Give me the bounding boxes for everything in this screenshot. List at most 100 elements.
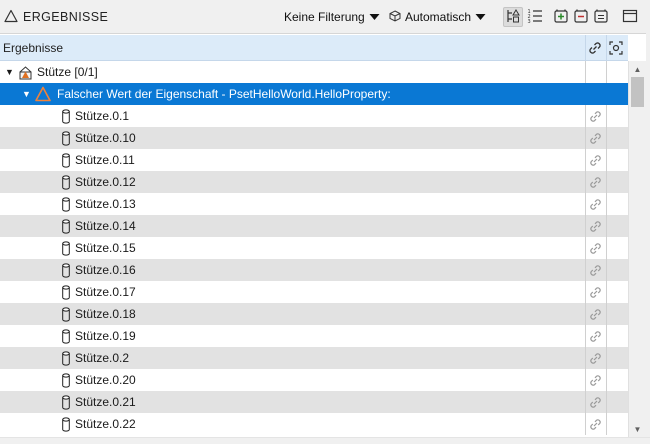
column-element-icon [58,174,74,190]
tree-item-row[interactable]: Stütze.0.1 [0,105,628,127]
tree-item-label: Stütze.0.17 [75,285,136,299]
tree-item-row[interactable]: Stütze.0.15 [0,237,628,259]
focus-column-icon[interactable] [607,39,625,57]
numbered-list-icon: 123 [527,8,543,27]
svg-text:3: 3 [528,19,531,24]
link-column-icon[interactable] [586,39,604,57]
scrollbar-thumb[interactable] [631,77,644,107]
column-element-icon [58,328,74,344]
link-icon[interactable] [587,372,603,388]
panel-title: ERGEBNISSE [4,8,108,26]
tree-item-label: Stütze.0.11 [75,153,135,167]
expand-arrow-icon[interactable]: ▼ [5,66,15,78]
panel-title-text: ERGEBNISSE [23,10,109,24]
link-icon[interactable] [587,262,603,278]
group-by-type-button[interactable] [503,7,523,27]
column-element-icon [58,240,74,256]
tree-item-row[interactable]: Stütze.0.14 [0,215,628,237]
tree-item-row[interactable]: Stütze.0.2 [0,347,628,369]
warning-triangle-icon [35,86,51,102]
scroll-up-icon[interactable]: ▲ [629,61,646,77]
expand-all-icon [553,8,569,27]
panel-right-edge [646,0,650,444]
warning-element-icon [17,64,33,80]
link-icon[interactable] [587,218,603,234]
link-icon[interactable] [587,240,603,256]
results-column-header: Ergebnisse [0,35,628,61]
results-tree: ▼ Stütze [0/1] ▼ Falscher Wert der Eigen… [0,61,628,444]
tree-item-row[interactable]: Stütze.0.11 [0,149,628,171]
mode-dropdown-label: Automatisch [405,10,472,24]
link-icon[interactable] [587,152,603,168]
tree-root-label: Stütze [0/1] [37,65,98,79]
tree-item-label: Stütze.0.19 [75,329,136,343]
tree-item-label: Stütze.0.12 [75,175,136,189]
results-header-label: Ergebnisse [3,41,64,55]
tree-item-label: Stütze.0.20 [75,373,136,387]
link-icon[interactable] [587,416,603,432]
group-type-icon [505,8,521,27]
window-layout-button[interactable] [620,7,640,27]
scroll-down-icon[interactable]: ▼ [629,421,646,437]
filter-dropdown[interactable]: Keine Filterung [284,7,380,27]
tree-item-row[interactable]: Stütze.0.18 [0,303,628,325]
column-element-icon [58,130,74,146]
panel-bottom-edge [0,437,650,444]
chevron-down-icon [475,10,486,24]
link-icon[interactable] [587,350,603,366]
chevron-down-icon [369,10,380,24]
clipboard-list-icon [593,8,609,27]
tree-item-label: Stütze.0.22 [75,417,136,431]
tree-item-row[interactable]: Stütze.0.13 [0,193,628,215]
list-view-button[interactable]: 123 [525,7,545,27]
tree-item-label: Stütze.0.13 [75,197,136,211]
column-element-icon [58,262,74,278]
link-icon[interactable] [587,196,603,212]
column-element-icon [58,394,74,410]
tree-item-label: Stütze.0.15 [75,241,136,255]
results-toolbar: ERGEBNISSE Keine Filterung Automatisch 1… [0,0,650,34]
link-icon[interactable] [587,174,603,190]
column-element-icon [58,196,74,212]
tree-item-row[interactable]: Stütze.0.22 [0,413,628,435]
tree-item-row[interactable]: Stütze.0.12 [0,171,628,193]
cube-icon [389,9,401,25]
tree-item-label: Stütze.0.1 [75,109,130,123]
tree-item-row[interactable]: Stütze.0.16 [0,259,628,281]
tree-item-row[interactable]: Stütze.0.20 [0,369,628,391]
clear-results-button[interactable] [591,7,611,27]
tree-item-row[interactable]: Stütze.0.19 [0,325,628,347]
link-icon[interactable] [587,328,603,344]
column-element-icon [58,306,74,322]
link-icon[interactable] [587,394,603,410]
column-element-icon [58,108,74,124]
tree-item-label: Stütze.0.10 [75,131,136,145]
link-icon[interactable] [587,108,603,124]
vertical-scrollbar[interactable]: ▲ ▼ [628,61,646,437]
tree-item-row[interactable]: Stütze.0.21 [0,391,628,413]
tree-item-row[interactable]: Stütze.0.17 [0,281,628,303]
column-element-icon [58,152,74,168]
tree-items: Stütze.0.1 Stütze.0.10 Stütze.0.11 Stütze.0… [0,105,628,435]
filter-dropdown-label: Keine Filterung [284,10,365,24]
tree-row-root[interactable]: ▼ Stütze [0/1] [0,61,628,83]
tree-item-label: Stütze.0.18 [75,307,136,321]
expand-arrow-icon[interactable]: ▼ [22,88,32,100]
link-icon[interactable] [587,306,603,322]
column-element-icon [58,416,74,432]
tree-item-label: Stütze.0.21 [75,395,136,409]
column-element-icon [58,218,74,234]
tree-item-label: Stütze.0.16 [75,263,136,277]
collapse-all-button[interactable] [571,7,591,27]
results-warning-icon [4,9,18,26]
link-icon[interactable] [587,284,603,300]
tree-item-row[interactable]: Stütze.0.10 [0,127,628,149]
tree-issue-label: Falscher Wert der Eigenschaft - PsetHell… [57,87,391,101]
tree-item-label: Stütze.0.2 [75,351,130,365]
link-icon[interactable] [587,130,603,146]
expand-all-button[interactable] [551,7,571,27]
mode-dropdown[interactable]: Automatisch [389,7,486,27]
tree-row-issue[interactable]: ▼ Falscher Wert der Eigenschaft - PsetHe… [0,83,628,105]
column-element-icon [58,284,74,300]
column-element-icon [58,372,74,388]
